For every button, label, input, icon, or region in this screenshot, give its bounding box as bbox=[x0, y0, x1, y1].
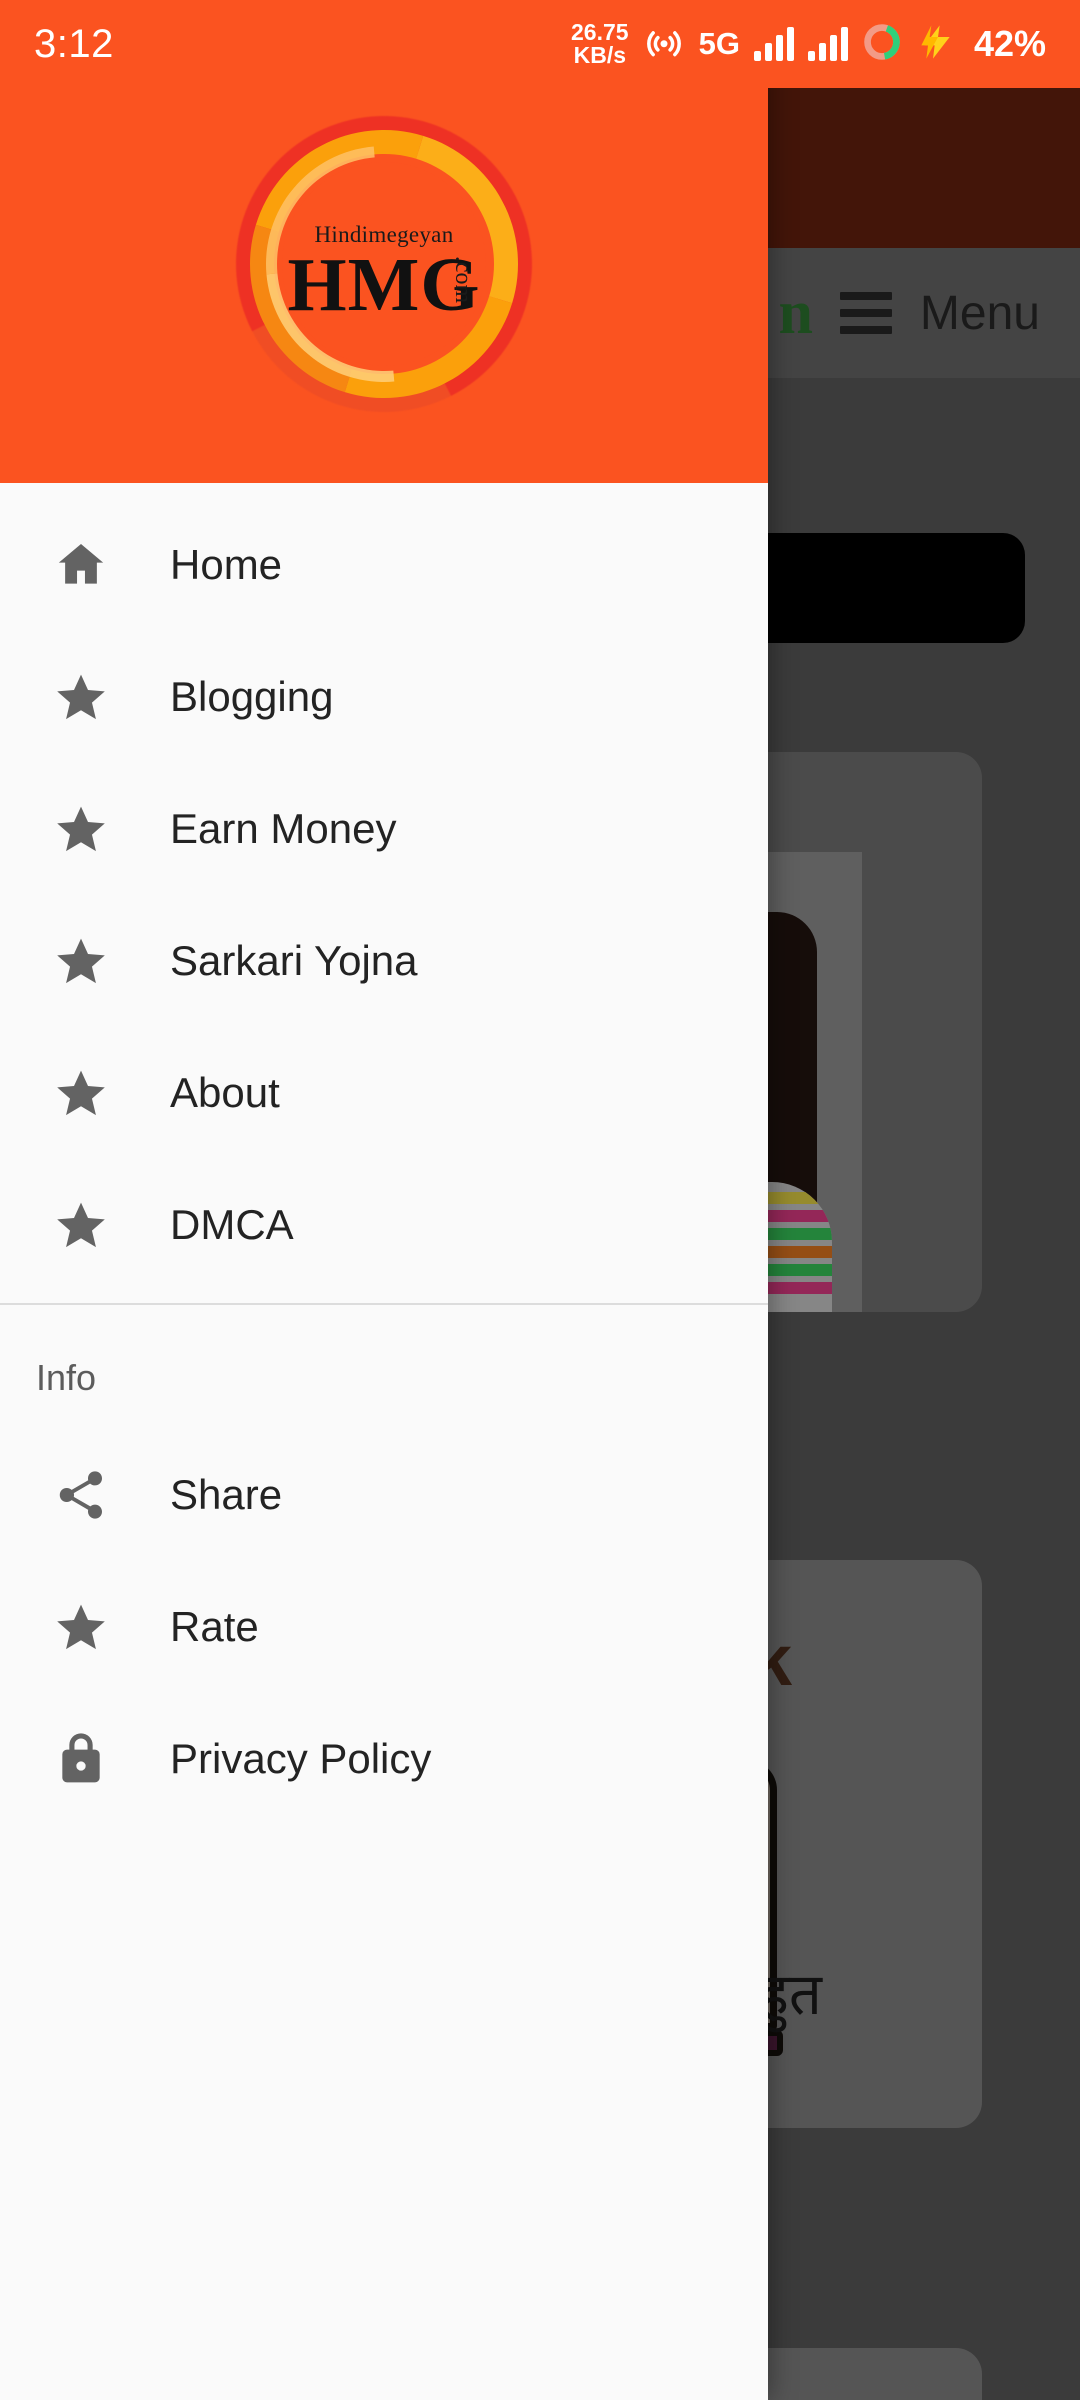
logo-main-text: HMG bbox=[287, 243, 481, 327]
site-name-text: n bbox=[778, 278, 812, 347]
star-icon bbox=[36, 1197, 126, 1253]
hamburger-icon[interactable] bbox=[839, 292, 892, 334]
status-clock: 3:12 bbox=[34, 21, 114, 66]
home-icon bbox=[36, 537, 126, 593]
menu-item-sarkari-yojna[interactable]: Sarkari Yojna bbox=[0, 895, 768, 1027]
menu-item-label: Sarkari Yojna bbox=[170, 937, 418, 984]
menu-item-label: Share bbox=[170, 1471, 283, 1518]
menu-item-label: Rate bbox=[170, 1603, 259, 1650]
menu-label[interactable]: Menu bbox=[920, 286, 1040, 341]
drawer-menu-list: Home Blogging Earn Money Sarkari Yojna A bbox=[0, 483, 768, 2400]
star-icon bbox=[36, 1599, 126, 1655]
status-icons: 26.75 KB/s 5G 42% bbox=[571, 21, 1046, 68]
menu-item-share[interactable]: Share bbox=[0, 1429, 768, 1561]
menu-item-dmca[interactable]: DMCA bbox=[0, 1159, 768, 1291]
info-section-label: Info bbox=[36, 1357, 97, 1398]
network-speed-value: 26.75 bbox=[571, 19, 629, 45]
menu-item-label: About bbox=[170, 1069, 280, 1116]
star-icon bbox=[36, 669, 126, 725]
battery-percentage: 42% bbox=[973, 23, 1046, 64]
app-logo: Hindimegeyan HMG .com bbox=[197, 77, 571, 451]
signal-bars-icon bbox=[753, 27, 794, 61]
menu-item-label: DMCA bbox=[170, 1201, 294, 1248]
menu-item-home[interactable]: Home bbox=[0, 499, 768, 631]
status-bar: 3:12 26.75 KB/s 5G 42% bbox=[0, 0, 1080, 88]
share-icon bbox=[36, 1467, 126, 1523]
network-speed-unit: KB/s bbox=[573, 42, 626, 68]
signal-bars-icon bbox=[807, 27, 848, 61]
charging-bolt-icon bbox=[916, 22, 960, 67]
menu-item-label: Home bbox=[170, 541, 283, 588]
star-icon bbox=[36, 801, 126, 857]
menu-item-earn-money[interactable]: Earn Money bbox=[0, 763, 768, 895]
menu-item-label: Earn Money bbox=[170, 805, 397, 852]
lock-icon bbox=[36, 1731, 126, 1787]
menu-item-privacy-policy[interactable]: Privacy Policy bbox=[0, 1693, 768, 1825]
navigation-drawer: Hindimegeyan HMG .com Home Blogging Earn… bbox=[0, 0, 768, 2400]
menu-item-label: Blogging bbox=[170, 673, 334, 720]
star-icon bbox=[36, 933, 126, 989]
network-speed-indicator: 26.75 KB/s bbox=[571, 21, 629, 67]
menu-item-about[interactable]: About bbox=[0, 1027, 768, 1159]
logo-tld-text: .com bbox=[449, 255, 476, 304]
hotspot-icon bbox=[643, 21, 685, 68]
network-type-label: 5G bbox=[698, 26, 740, 61]
star-icon bbox=[36, 1065, 126, 1121]
menu-item-blogging[interactable]: Blogging bbox=[0, 631, 768, 763]
menu-item-label: Privacy Policy bbox=[170, 1735, 432, 1782]
menu-item-rate[interactable]: Rate bbox=[0, 1561, 768, 1693]
battery-ring-icon bbox=[862, 22, 902, 67]
